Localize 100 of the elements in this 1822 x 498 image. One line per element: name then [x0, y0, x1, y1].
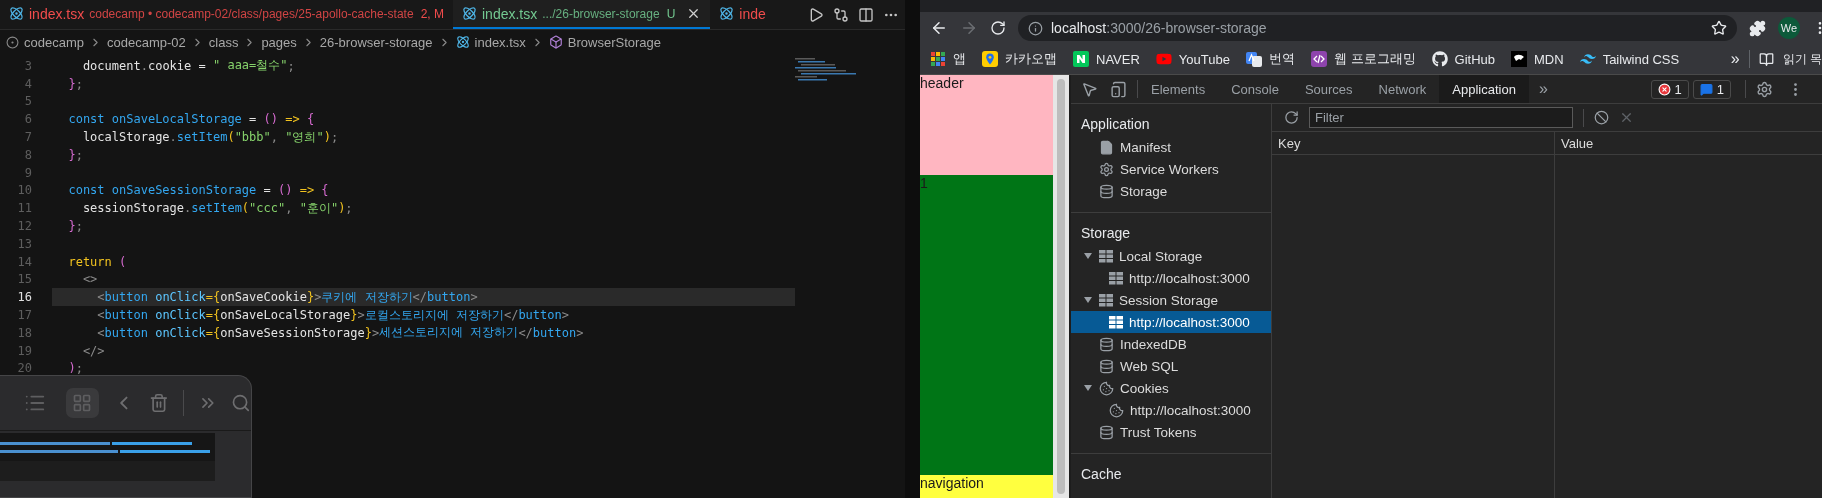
play-icon[interactable]	[808, 6, 824, 23]
bookmark-link[interactable]: 앱	[953, 50, 966, 68]
code-line: const onSaveSessionStorage = () => {	[67, 182, 330, 200]
tree-item[interactable]: Manifest	[1071, 136, 1271, 158]
atom-icon	[719, 6, 735, 21]
delete-icon[interactable]	[1619, 110, 1634, 125]
devtools-tab[interactable]: Console	[1218, 75, 1292, 103]
refresh-icon[interactable]	[1284, 110, 1299, 125]
line-number: 5	[23, 94, 32, 109]
reading-list-link[interactable]: 읽기 목	[1782, 50, 1822, 68]
back-icon[interactable]	[930, 19, 948, 37]
tree-item[interactable]: Cookies	[1071, 377, 1271, 399]
table-icon	[1109, 271, 1123, 285]
reading-list-icon[interactable]	[1758, 51, 1774, 67]
breadcrumb-item[interactable]: codecamp-02	[107, 34, 186, 50]
breadcrumb-item[interactable]: codecamp	[24, 34, 84, 50]
device-icon[interactable]	[1110, 80, 1127, 98]
breadcrumb-item[interactable]: 26-browser-storage	[319, 34, 433, 50]
message-badge[interactable]: 1	[1692, 79, 1731, 99]
column-header[interactable]: Key	[1272, 132, 1555, 154]
editor-tab[interactable]: inde	[710, 0, 775, 29]
breadcrumb-item[interactable]: pages	[261, 34, 297, 50]
settings-icon[interactable]	[1756, 80, 1773, 98]
cookie-icon	[1099, 380, 1114, 396]
split-editor-icon[interactable]	[858, 6, 874, 23]
address-bar[interactable]: localhost:3000/26-browser-storage	[1018, 15, 1737, 41]
tree-item[interactable]: http://localhost:3000	[1071, 311, 1271, 333]
line-number: 15	[16, 272, 32, 287]
search-icon[interactable]	[231, 393, 251, 413]
scrollbar-thumb[interactable]	[1057, 79, 1065, 494]
column-header[interactable]: Value	[1555, 132, 1822, 154]
more-tabs-button[interactable]: »	[1528, 80, 1558, 98]
line-number: 19	[16, 343, 32, 358]
code-line: sessionStorage.setItem("ccc", "훈이");	[81, 199, 354, 218]
tree-item[interactable]: Storage	[1071, 180, 1271, 202]
tree-item[interactable]: Web SQL	[1071, 355, 1271, 377]
bookmark-link[interactable]: Tailwind CSS	[1602, 51, 1680, 67]
tab-label: index.tsx	[482, 5, 538, 22]
database-icon	[1099, 183, 1114, 199]
breadcrumb-item[interactable]: class	[208, 34, 239, 50]
atom-icon	[462, 6, 477, 21]
compare-icon[interactable]	[833, 6, 849, 23]
error-badge[interactable]: 1	[1650, 79, 1689, 99]
tree-item[interactable]: http://localhost:3000	[1071, 267, 1271, 289]
table-icon	[1099, 293, 1113, 307]
tree-item[interactable]: Local Storage	[1071, 245, 1271, 267]
tree-item[interactable]: Session Storage	[1071, 289, 1271, 311]
caret-icon[interactable]	[1083, 295, 1093, 305]
devtools-tab[interactable]: Sources	[1291, 75, 1366, 103]
clear-all-icon[interactable]	[1594, 110, 1609, 125]
code-line: };	[67, 75, 84, 93]
cat-logo-icon	[1431, 51, 1448, 67]
caret-icon[interactable]	[1083, 383, 1093, 393]
devtools-tab[interactable]: Application	[1439, 75, 1529, 103]
code-line: return (	[67, 253, 128, 271]
section-title: Storage	[1080, 224, 1132, 243]
star-icon[interactable]	[1711, 20, 1727, 36]
reload-icon[interactable]	[990, 20, 1006, 36]
breadcrumb-item[interactable]: index.tsx	[474, 34, 526, 50]
devtools-tab[interactable]: Elements	[1138, 75, 1219, 103]
bookmark-link[interactable]: GitHub	[1454, 51, 1495, 67]
editor-tab[interactable]: index.tsx codecamp • codecamp-02/class/pages/25-apollo-cache-state 2, M	[0, 0, 453, 29]
section-label: navigation	[920, 475, 984, 491]
database-icon	[1099, 358, 1114, 374]
puzzle-icon[interactable]	[1749, 19, 1766, 37]
section-label: 1	[920, 175, 928, 191]
line-number: 8	[23, 147, 32, 162]
bookmark-link[interactable]: 웹 프로그래밍	[1333, 50, 1416, 68]
cookie-icon	[1109, 402, 1124, 418]
caret-icon[interactable]	[1083, 251, 1093, 261]
tree-item[interactable]: Service Workers	[1071, 158, 1271, 180]
bookmark-link[interactable]: MDN	[1534, 51, 1564, 67]
section-title: Cache	[1080, 465, 1123, 484]
line-number: 10	[16, 183, 32, 198]
profile-avatar[interactable]: We	[1778, 17, 1800, 39]
code-line: <button onClick={onSaveLocalStorage}>로컬스토리지에 저장하기</button>	[96, 306, 570, 324]
play-logo-icon	[1155, 51, 1172, 67]
bookmark-link[interactable]: NAVER	[1096, 51, 1140, 67]
breadcrumb-item[interactable]: BrowserStorage	[567, 34, 662, 50]
bookmark-link[interactable]: 카카오맵	[1005, 50, 1057, 68]
bookmark-link[interactable]: 번역	[1268, 50, 1295, 68]
editor-tab[interactable]: index.tsx .../26-browser-storage U	[453, 0, 711, 29]
tree-item[interactable]: http://localhost:3000	[1071, 399, 1271, 421]
bookmark-link[interactable]: YouTube	[1178, 51, 1230, 67]
line-number: 12	[16, 219, 32, 234]
inspect-icon[interactable]	[1081, 80, 1098, 98]
line-number: 17	[16, 308, 32, 323]
trash-icon[interactable]	[148, 393, 169, 413]
line-number: 4	[23, 76, 32, 91]
code-line: };	[67, 218, 84, 235]
more-bookmarks-button[interactable]: »	[1730, 50, 1740, 68]
devtools-tab[interactable]: Network	[1365, 75, 1440, 103]
info-icon[interactable]	[1028, 20, 1043, 36]
wave-logo-icon	[1579, 51, 1596, 67]
filter-field[interactable]: Filter	[1309, 107, 1573, 128]
atom-icon	[455, 35, 470, 49]
line-number: 9	[23, 165, 32, 180]
tree-item[interactable]: IndexedDB	[1071, 333, 1271, 355]
tree-item[interactable]: Trust Tokens	[1071, 421, 1271, 443]
line-number: 20	[16, 361, 32, 376]
